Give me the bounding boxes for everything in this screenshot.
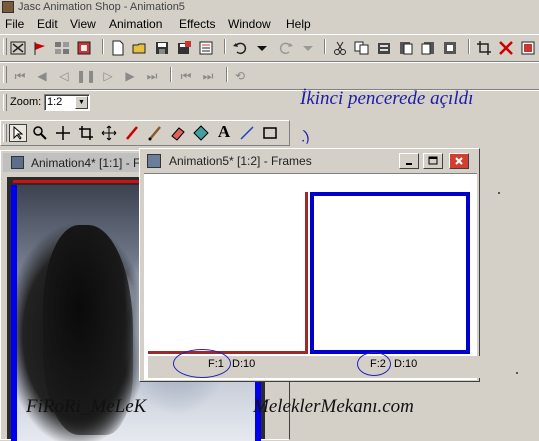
- animation4-title: Animation4* [1:1] - F: [31, 156, 141, 170]
- menu-view[interactable]: View: [70, 15, 96, 33]
- play-icon[interactable]: ▷: [100, 68, 116, 84]
- frames-view: F:1 D:10 F:2 D:10: [144, 173, 481, 380]
- undo-icon[interactable]: [232, 40, 248, 56]
- animation5-title-bar[interactable]: Animation5* [1:2] - Frames: [143, 152, 476, 170]
- redo-icon[interactable]: [278, 40, 294, 56]
- menu-window[interactable]: Window: [228, 15, 271, 33]
- properties-icon[interactable]: [198, 40, 214, 56]
- animation-window-icon: [147, 154, 161, 168]
- paste-after-icon[interactable]: [420, 40, 436, 56]
- fill-tool-icon[interactable]: [193, 125, 209, 141]
- cut-icon[interactable]: [332, 40, 348, 56]
- toolbar-separator: [224, 39, 226, 54]
- toolbar-separator: [324, 39, 326, 54]
- paste-into-icon[interactable]: [442, 40, 458, 56]
- move-tool-icon[interactable]: [55, 125, 71, 141]
- copy-icon[interactable]: [354, 40, 370, 56]
- first-frame-icon[interactable]: ⏮: [12, 68, 28, 84]
- animation-window-icon: [11, 156, 24, 169]
- pause-icon[interactable]: ❚❚: [76, 68, 96, 84]
- last-frame-icon[interactable]: ⏭: [144, 68, 160, 84]
- flag-icon[interactable]: [32, 40, 48, 56]
- text-tool-icon[interactable]: A: [216, 123, 232, 140]
- film-icon[interactable]: [76, 40, 92, 56]
- playback-toolbar: ⏮ ◀ ◁ ❚❚ ▷ ▶ ⏭ ⏮ ⏭ ⟲: [0, 62, 539, 90]
- arrow-tool-icon[interactable]: [9, 124, 27, 142]
- animation5-window[interactable]: Animation5* [1:2] - Frames F:1 D:10 F:2 …: [139, 148, 481, 382]
- toolbar-grip[interactable]: [3, 66, 7, 83]
- chevron-down-icon[interactable]: ▼: [75, 96, 88, 109]
- paste-icon[interactable]: [376, 40, 392, 56]
- toolbar-grip[interactable]: [3, 38, 7, 55]
- app-title: Jasc Animation Shop - Animation5: [18, 1, 185, 13]
- watermark-left: FiRoRi_MeLeK: [26, 396, 147, 417]
- new-icon[interactable]: [110, 40, 126, 56]
- zoom-tool-icon[interactable]: [32, 125, 48, 141]
- background-dot: [516, 372, 518, 374]
- zoom-label: Zoom:: [10, 96, 42, 108]
- maximize-button[interactable]: [423, 153, 443, 169]
- undo-dropdown-icon[interactable]: [254, 40, 270, 56]
- annotation-mark: .): [297, 127, 312, 146]
- save-icon[interactable]: [154, 40, 170, 56]
- open-icon[interactable]: [132, 40, 148, 56]
- frame-icon[interactable]: [54, 40, 70, 56]
- prev-frame-icon[interactable]: ◀: [34, 68, 50, 84]
- watermark-right: MeleklerMekanı.com: [253, 396, 414, 417]
- delete-icon[interactable]: [498, 40, 514, 56]
- toolbar-separator: [102, 39, 104, 54]
- brush-tool-icon[interactable]: [124, 125, 140, 141]
- frame-delay-label: D:10: [232, 358, 256, 370]
- loop-icon[interactable]: ⟲: [232, 68, 248, 84]
- crop-tool-icon[interactable]: [78, 125, 94, 141]
- save-as-icon[interactable]: [176, 40, 192, 56]
- dropper-tool-icon[interactable]: [147, 125, 163, 141]
- menu-animation[interactable]: Animation: [109, 15, 162, 33]
- rectangle-tool-icon[interactable]: [262, 125, 278, 141]
- redo-dropdown-icon[interactable]: [300, 40, 316, 56]
- menu-edit[interactable]: Edit: [37, 15, 58, 33]
- next-frame-icon[interactable]: ▶: [122, 68, 138, 84]
- first-frame-alt-icon[interactable]: ⏮: [178, 68, 194, 84]
- menu-help[interactable]: Help: [286, 15, 311, 33]
- zoom-select[interactable]: 1:2 ▼: [44, 94, 90, 111]
- caption-annotation: İkinci pencerede açıldı: [300, 88, 474, 109]
- eraser-tool-icon[interactable]: [170, 125, 186, 141]
- toolbar-separator: [170, 67, 172, 82]
- main-toolbar: [0, 34, 539, 62]
- tools-palette: A: [0, 120, 290, 146]
- toolbar-grip[interactable]: [3, 94, 7, 111]
- last-frame-alt-icon[interactable]: ⏭: [200, 68, 216, 84]
- play-back-icon[interactable]: ◁: [56, 68, 72, 84]
- menu-bar: File Edit View Animation Effects Window …: [0, 15, 539, 33]
- annotation-circle: [357, 352, 391, 376]
- toolbar-separator: [468, 39, 470, 54]
- frame-thumbnail-1[interactable]: [148, 192, 308, 354]
- close-button[interactable]: [449, 153, 469, 169]
- frame-delay-label: D:10: [394, 358, 418, 370]
- mark-icon[interactable]: [10, 40, 26, 56]
- line-tool-icon[interactable]: [239, 125, 255, 141]
- menu-file[interactable]: File: [5, 15, 24, 33]
- background-dot: [498, 192, 500, 194]
- app-icon: [2, 1, 14, 13]
- frame-thumbnail-2[interactable]: [310, 192, 470, 354]
- app-title-bar: Jasc Animation Shop - Animation5: [0, 0, 539, 15]
- crop-icon[interactable]: [476, 40, 492, 56]
- zoom-value: 1:2: [47, 96, 63, 108]
- menu-effects[interactable]: Effects: [179, 15, 215, 33]
- toolbar-separator: [226, 67, 228, 82]
- annotation-circle: [173, 349, 231, 378]
- animation5-title: Animation5* [1:2] - Frames: [169, 154, 312, 168]
- minimize-button[interactable]: [399, 153, 419, 169]
- pan-tool-icon[interactable]: [101, 125, 117, 141]
- toolbar-grip[interactable]: [3, 124, 7, 142]
- frame-properties-icon[interactable]: [520, 40, 536, 56]
- paste-before-icon[interactable]: [398, 40, 414, 56]
